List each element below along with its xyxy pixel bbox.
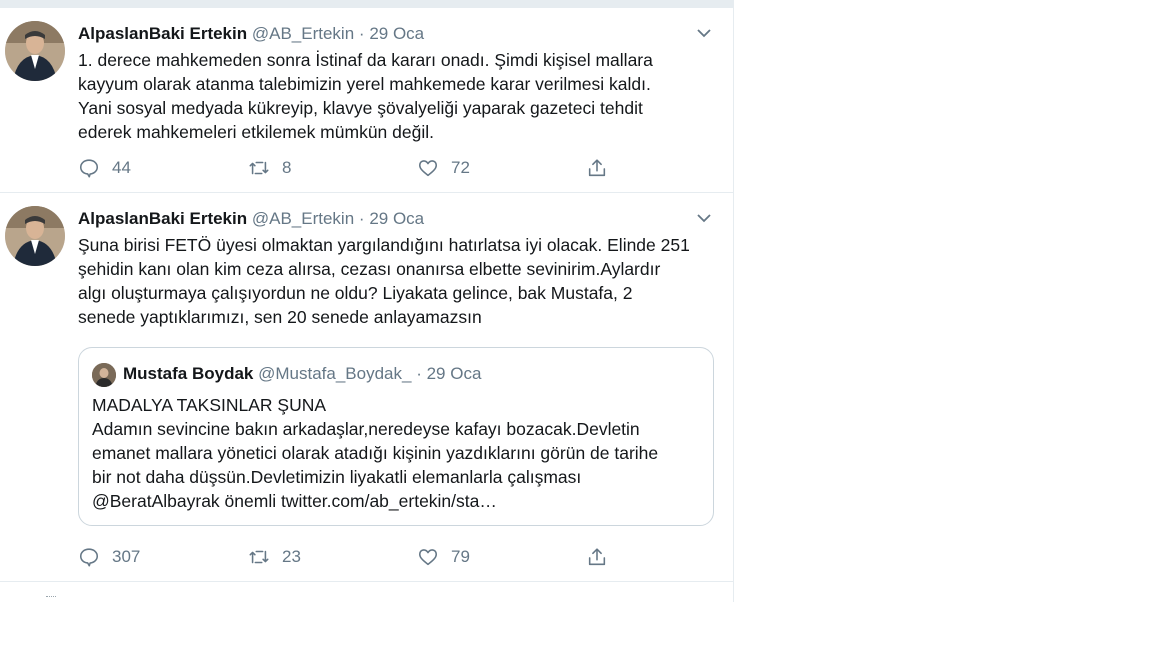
chevron-down-icon[interactable] xyxy=(694,23,714,43)
reply-icon xyxy=(79,548,99,567)
reply-count: 307 xyxy=(112,547,141,566)
heart-icon xyxy=(418,160,438,177)
feed-top-border xyxy=(0,0,733,8)
tweet-text-line: şehidin kanı olan kim ceza alırsa, cezas… xyxy=(78,259,661,279)
separator-dot: · xyxy=(358,209,365,228)
reply-icon xyxy=(79,159,99,178)
quoted-text-line: bir not daha düşsün.Devletimizin liyakat… xyxy=(92,467,582,487)
tweet-2[interactable]: AlpaslanBaki Ertekin @AB_Ertekin · 29 Oc… xyxy=(0,193,733,582)
quoted-text-line: @BeratAlbayrak önemli twitter.com/ab_ert… xyxy=(92,491,497,511)
quoted-avatar[interactable] xyxy=(92,363,116,387)
quoted-author-handle[interactable]: @Mustafa_Boydak_ xyxy=(258,364,411,383)
tweet-text-line: algı oluşturmaya çalışıyordun ne oldu? L… xyxy=(78,283,633,303)
tweet-actions: 307 23 79 xyxy=(78,542,638,572)
author-handle[interactable]: @AB_Ertekin xyxy=(252,24,354,43)
like-count: 79 xyxy=(451,547,470,566)
quoted-tweet[interactable]: Mustafa Boydak @Mustafa_Boydak_ · 29 Oca… xyxy=(78,347,714,526)
share-button[interactable] xyxy=(586,153,620,183)
reply-button[interactable]: 44 xyxy=(78,153,131,183)
quoted-date: 29 Oca xyxy=(426,364,482,383)
tweet-text-line: senede yaptıklarımızı, sen 20 senede anl… xyxy=(78,307,482,327)
quoted-header: Mustafa Boydak @Mustafa_Boydak_ · 29 Oca xyxy=(123,362,481,386)
quoted-text-line: emanet mallara yönetici olarak atadığı k… xyxy=(92,443,659,463)
tweet-text: 1. derece mahkemeden sonra İstinaf da ka… xyxy=(78,48,718,144)
tweet-text-line: 1. derece mahkemeden sonra İstinaf da ka… xyxy=(78,50,653,70)
quoted-author-name[interactable]: Mustafa Boydak xyxy=(123,364,253,383)
tweet-feed: AlpaslanBaki Ertekin @AB_Ertekin · 29 Oc… xyxy=(0,0,734,602)
share-button[interactable] xyxy=(586,542,620,572)
tweet-text-line: Şuna birisi FETÖ üyesi olmaktan yargılan… xyxy=(78,235,690,255)
tweet-text-line: ederek mahkemeleri etkilemek mümkün deği… xyxy=(78,122,434,142)
tweet-header: AlpaslanBaki Ertekin @AB_Ertekin · 29 Oc… xyxy=(78,22,424,46)
avatar[interactable] xyxy=(5,21,65,81)
tweet-text-line: kayyum olarak atanma talebimizin yerel m… xyxy=(78,74,651,94)
tweet-1[interactable]: AlpaslanBaki Ertekin @AB_Ertekin · 29 Oc… xyxy=(0,8,733,193)
quoted-text-line: MADALYA TAKSINLAR ŞUNA xyxy=(92,395,327,415)
author-name[interactable]: AlpaslanBaki Ertekin xyxy=(78,209,247,228)
retweet-button[interactable]: 23 xyxy=(248,542,301,572)
like-count: 72 xyxy=(451,158,470,177)
avatar[interactable] xyxy=(5,206,65,266)
tweet-actions: 44 8 72 xyxy=(78,153,638,183)
separator-dot: · xyxy=(416,364,422,383)
reply-count: 44 xyxy=(112,158,131,177)
share-icon xyxy=(588,159,606,177)
separator-dot: · xyxy=(358,24,365,43)
tweet-text-line: Yani sosyal medyada kükreyip, klavye şöv… xyxy=(78,98,643,118)
like-button[interactable]: 79 xyxy=(417,542,470,572)
heart-icon xyxy=(418,549,438,566)
quoted-text-line: Adamın sevincine bakın arkadaşlar,nerede… xyxy=(92,419,640,439)
author-name[interactable]: AlpaslanBaki Ertekin xyxy=(78,24,247,43)
tweet-date[interactable]: 29 Oca xyxy=(369,24,424,43)
tweet-header: AlpaslanBaki Ertekin @AB_Ertekin · 29 Oc… xyxy=(78,207,424,231)
reply-button[interactable]: 307 xyxy=(78,542,140,572)
tweet-text: Şuna birisi FETÖ üyesi olmaktan yargılan… xyxy=(78,233,718,329)
next-tweet-edge xyxy=(46,596,56,600)
retweet-icon xyxy=(249,161,269,175)
retweet-button[interactable]: 8 xyxy=(248,153,291,183)
retweet-icon xyxy=(249,550,269,564)
quoted-text: MADALYA TAKSINLAR ŞUNA Adamın sevincine … xyxy=(92,393,658,513)
like-button[interactable]: 72 xyxy=(417,153,470,183)
author-handle[interactable]: @AB_Ertekin xyxy=(252,209,354,228)
tweet-date[interactable]: 29 Oca xyxy=(369,209,424,228)
chevron-down-icon[interactable] xyxy=(694,208,714,228)
retweet-count: 8 xyxy=(282,158,292,177)
retweet-count: 23 xyxy=(282,547,301,566)
share-icon xyxy=(588,548,606,566)
